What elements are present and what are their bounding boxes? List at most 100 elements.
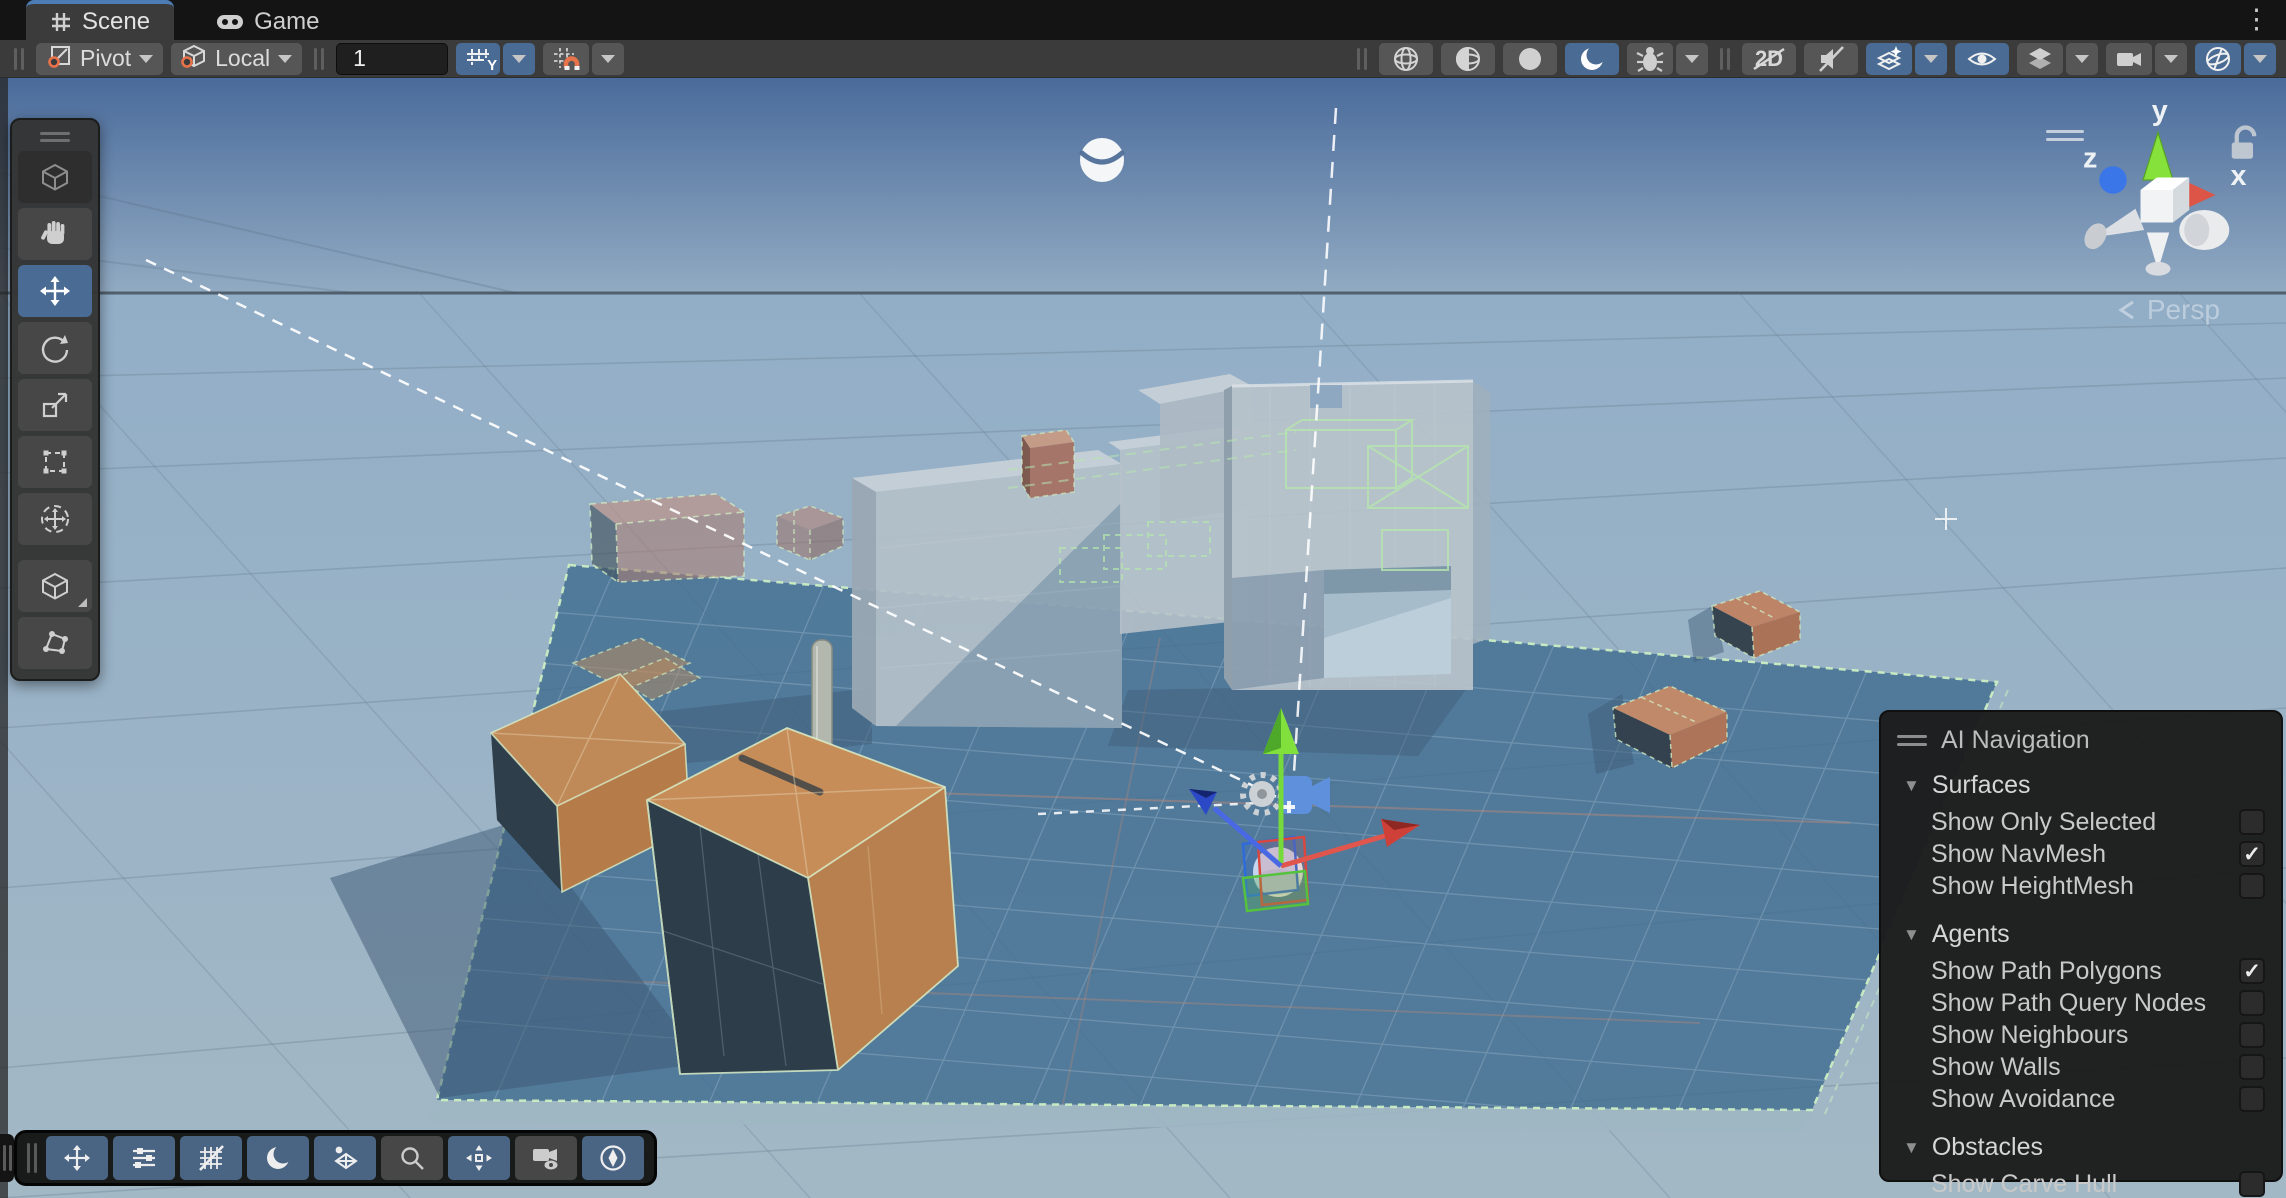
layers-button[interactable] [2017,43,2063,75]
tab-game[interactable]: Game [192,4,343,40]
orientation-overlay-button[interactable] [582,1136,644,1180]
section-agents[interactable]: ▼ Agents [1881,912,2281,955]
window-menu-icon[interactable]: ⋮ [2243,4,2270,35]
checkbox[interactable] [2239,873,2265,899]
checkbox[interactable] [2239,1086,2265,1112]
pivot-mode-button[interactable]: Pivot [36,43,163,75]
axis-label-z[interactable]: z [2083,143,2097,175]
checkbox[interactable] [2239,1171,2265,1197]
toolbar-section-handle[interactable] [1720,48,1730,70]
debug-draw-dropdown[interactable] [1676,43,1708,75]
effects-dropdown[interactable] [1915,43,1947,75]
rect-tool-button[interactable] [18,436,92,488]
effects-toggle[interactable] [1866,43,1912,75]
snap-increment-input[interactable]: 1 [336,43,448,75]
toggle-show-path-query-nodes[interactable]: Show Path Query Nodes [1881,987,2281,1019]
snap-increment-value: 1 [353,45,366,72]
pivot-label: Pivot [80,45,131,72]
scale-tool-button[interactable] [18,379,92,431]
grid-snapping-dropdown[interactable] [592,43,624,75]
toolbar-section-handle[interactable] [1357,48,1367,70]
axis-cones[interactable] [2080,133,2229,276]
chevron-left-icon [2117,299,2139,321]
move-tool-button[interactable] [18,265,92,317]
pivot-overlay-button[interactable] [448,1136,510,1180]
audio-mute-toggle[interactable] [1804,43,1858,75]
toggle-show-neighbours[interactable]: Show Neighbours [1881,1019,2281,1051]
bottom-overlay-toolbar [14,1130,657,1186]
view-tool-button[interactable] [18,151,92,203]
toggle-show-walls[interactable]: Show Walls [1881,1051,2281,1083]
unlock-icon[interactable] [2232,128,2255,159]
lighting-toggle-button[interactable] [1565,43,1619,75]
handle-rotation-button[interactable]: Local [171,43,302,75]
axis-label-x[interactable]: x [2231,160,2247,192]
sky [0,78,2286,294]
building-left [852,430,1122,728]
gizmo-drag-handle[interactable] [2046,130,2084,141]
light-gizmo-icon[interactable] [1080,138,1124,182]
navmesh-tool-button[interactable] [18,617,92,669]
grid-visibility-button[interactable]: Y [456,43,500,75]
search-overlay-button[interactable] [381,1136,443,1180]
chevron-down-icon [1924,55,1938,63]
grid-visibility-dropdown[interactable] [503,43,535,75]
checkbox[interactable]: ✓ [2239,958,2265,984]
tab-scene[interactable]: Scene [26,0,174,40]
grid-toggle-button[interactable] [180,1136,242,1180]
checkbox[interactable] [2239,990,2265,1016]
axis-label-y[interactable]: y [2152,95,2168,127]
lighting-overlay-button[interactable] [247,1136,309,1180]
section-surfaces[interactable]: ▼ Surfaces [1881,763,2281,806]
hand-tool-button[interactable] [18,208,92,260]
section-obstacles[interactable]: ▼ Obstacles [1881,1125,2281,1168]
wireframe-mode-button[interactable] [1379,43,1433,75]
checkbox[interactable]: ✓ [2239,841,2265,867]
toggle-show-path-polygons[interactable]: Show Path Polygons ✓ [1881,955,2281,987]
camera-settings-dropdown[interactable] [2155,43,2187,75]
toolbar-section-handle[interactable] [314,48,324,70]
camera-settings-button[interactable] [2106,43,2152,75]
checkbox[interactable] [2239,809,2265,835]
tab-label: Game [254,8,319,36]
probes-overlay-button[interactable] [314,1136,376,1180]
view-options-button[interactable] [113,1136,175,1180]
toggle-show-only-selected[interactable]: Show Only Selected [1881,806,2281,838]
shaded-wireframe-mode-button[interactable] [1441,43,1495,75]
checkbox[interactable] [2239,1022,2265,1048]
rotate-tool-button[interactable] [18,322,92,374]
bottombar-drag-handle[interactable] [27,1143,37,1173]
docked-overlay-handle[interactable] [0,1134,14,1182]
chevron-down-icon [2075,55,2089,63]
grid-axis-letter: Y [487,57,497,74]
gizmos-toggle[interactable] [2195,43,2241,75]
toggle-show-navmesh[interactable]: Show NavMesh ✓ [1881,838,2281,870]
tools-overlay [10,118,100,681]
scene-viewport[interactable]: y z x Persp [0,78,2286,1198]
transform-tool-button[interactable] [18,493,92,545]
checkbox[interactable] [2239,1054,2265,1080]
toolbar-drag-handle[interactable] [14,48,24,70]
layers-dropdown[interactable] [2066,43,2098,75]
camera-overlay-button[interactable] [515,1136,577,1180]
dock-edge [0,78,8,1198]
panel-drag-handle[interactable] [1897,735,1927,746]
chevron-down-icon [139,55,153,63]
tab-bar: Scene Game ⋮ [0,0,2286,40]
grid-snapping-button[interactable] [543,43,589,75]
2d-view-toggle[interactable]: 2D [1742,43,1796,75]
toggle-show-avoidance[interactable]: Show Avoidance [1881,1083,2281,1115]
shaded-mode-button[interactable] [1503,43,1557,75]
toggle-show-carve-hull[interactable]: Show Carve Hull [1881,1168,2281,1198]
projection-label[interactable]: Persp [2117,294,2220,326]
tools-drag-handle[interactable] [40,126,70,146]
debug-draw-button[interactable] [1627,43,1673,75]
gizmos-dropdown[interactable] [2244,43,2276,75]
chevron-down-icon [278,55,292,63]
custom-tool-button[interactable] [18,560,92,612]
chevron-down-icon [1685,55,1699,63]
more-tools-indicator [78,598,87,607]
move-overlay-button[interactable] [46,1136,108,1180]
scene-visibility-toggle[interactable] [1955,43,2009,75]
toggle-show-heightmesh[interactable]: Show HeightMesh [1881,870,2281,902]
